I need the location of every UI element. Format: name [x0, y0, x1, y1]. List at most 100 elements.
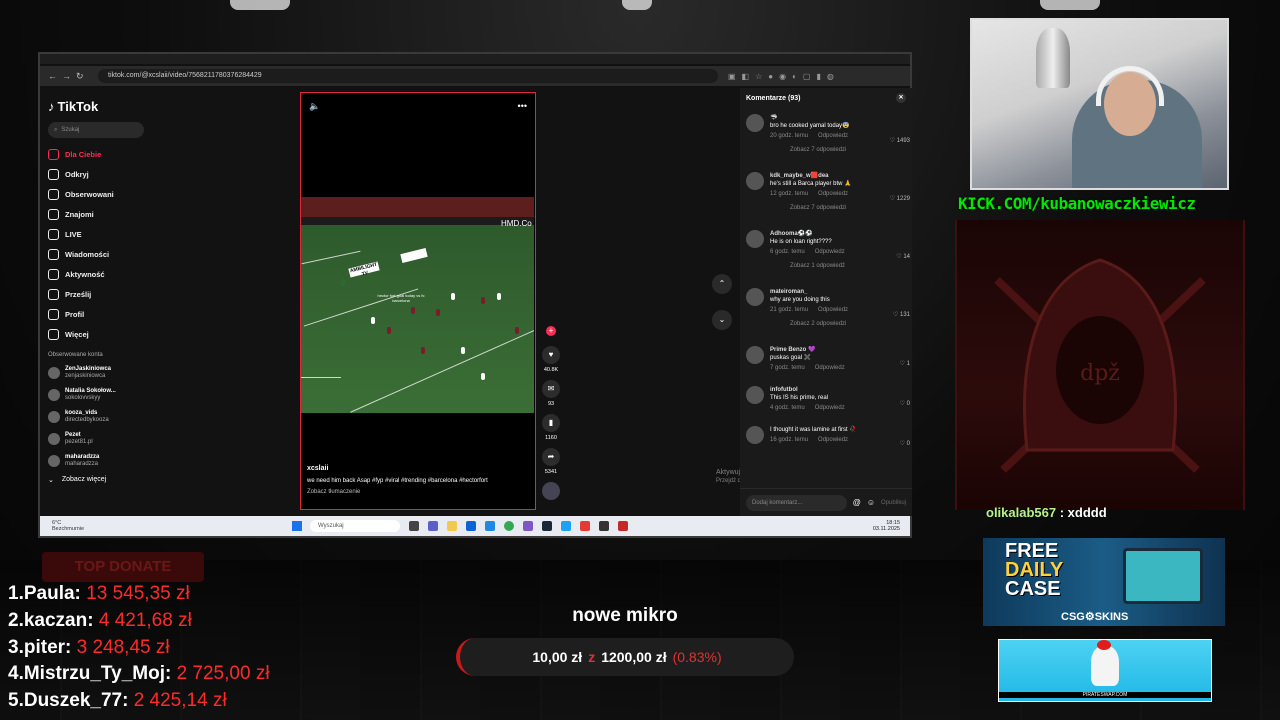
obs-icon[interactable] — [523, 521, 533, 531]
avatar[interactable] — [746, 172, 764, 190]
comment-item: kdk_maybe_w🟥dea he's still a Barca player… — [740, 166, 912, 224]
file-explorer-icon[interactable] — [447, 521, 457, 531]
sidebar-item-5[interactable]: Wiadomości — [48, 244, 158, 264]
view-replies-button[interactable]: Zobacz 2 odpowiedzi — [770, 320, 906, 328]
see-more-button[interactable]: ⌄ Zobacz więcej — [48, 476, 158, 484]
address-bar[interactable]: tiktok.com/@xcslaii/video/75682117803762… — [98, 69, 718, 83]
reply-button[interactable]: Odpowiedz — [815, 248, 845, 256]
followed-account[interactable]: maharadzza maharadzza — [48, 450, 158, 472]
emoji-icon[interactable]: ☺ — [867, 498, 875, 507]
reply-button[interactable]: Odpowiedz — [818, 436, 848, 444]
post-button[interactable]: Opublikuj — [881, 500, 906, 506]
reply-button[interactable]: Odpowiedz — [818, 306, 848, 314]
csgoskins-ad[interactable]: FREE DAILY CASE CSG⚙SKINS — [983, 538, 1225, 626]
sidebar-item-label: Więcej — [65, 329, 89, 339]
logo-panel: dpž — [955, 220, 1245, 510]
followed-account[interactable]: kooza_vids directedbykooza — [48, 406, 158, 428]
followed-account[interactable]: Natalia Sokołow... sokolovvskyy — [48, 384, 158, 406]
sidebar-item-2[interactable]: Obserwowani — [48, 184, 158, 204]
comment-author[interactable]: mateiroman_ — [770, 288, 906, 296]
avatar[interactable] — [746, 288, 764, 306]
edge-icon[interactable] — [466, 521, 476, 531]
app-icon[interactable] — [599, 521, 609, 531]
mention-icon[interactable]: @ — [853, 498, 861, 507]
headset — [1096, 66, 1164, 106]
sidebar-item-4[interactable]: LIVE — [48, 224, 158, 244]
comment-text: He is on loan right???? — [770, 239, 832, 245]
avatar[interactable] — [746, 114, 764, 132]
view-replies-button[interactable]: Zobacz 7 odpowiedzi — [770, 146, 906, 154]
tiktok-logo[interactable]: ♪ TikTok — [48, 94, 158, 118]
windows-start-icon[interactable] — [292, 521, 302, 531]
browser-tab-bar[interactable] — [40, 54, 910, 64]
followed-account[interactable]: Pezet pezet81.pl — [48, 428, 158, 450]
steam-icon[interactable] — [542, 521, 552, 531]
app-icon[interactable] — [580, 521, 590, 531]
teams-icon[interactable] — [428, 521, 438, 531]
taskbar-clock[interactable]: 18:15 03.11.2025 — [873, 520, 900, 532]
view-replies-button[interactable]: Zobacz 7 odpowiedzi — [770, 204, 906, 212]
extension-icons[interactable]: ▣◧☆●◉◐▢▮◍ — [728, 72, 840, 81]
sidebar-item-1[interactable]: Odkryj — [48, 164, 158, 184]
back-forward-reload-icons[interactable]: ←→↻ — [48, 71, 88, 82]
app-icon[interactable] — [561, 521, 571, 531]
comment-author[interactable]: kdk_maybe_w🟥dea — [770, 172, 906, 180]
translate-link[interactable]: Zobacz tłumaczenie — [307, 489, 527, 495]
reply-button[interactable]: Odpowiedz — [818, 132, 848, 140]
reply-button[interactable]: Odpowiedz — [815, 364, 845, 372]
comment-like[interactable]: ♡ 0 — [900, 440, 910, 447]
search-input[interactable]: ⌕ Szukaj — [48, 122, 144, 138]
share-icon[interactable]: ➦ — [542, 448, 560, 466]
comment-like[interactable]: ♡ 1493 — [890, 137, 910, 144]
sidebar-item-label: Dla Ciebie — [65, 149, 102, 159]
comment-icon[interactable]: ✉ — [542, 380, 560, 398]
follow-plus-icon[interactable]: + — [546, 326, 556, 336]
task-view-icon[interactable] — [409, 521, 419, 531]
followed-account[interactable]: ZenJaskiniowca zenjaskiniowca — [48, 362, 158, 384]
comment-like[interactable]: ♡ 131 — [893, 311, 910, 318]
sidebar-item-8[interactable]: Profil — [48, 304, 158, 324]
comment-like[interactable]: ♡ 1229 — [890, 195, 910, 202]
close-icon[interactable]: ✕ — [896, 93, 906, 103]
comment-author[interactable]: Prime Benzo 💜 — [770, 346, 906, 354]
author-avatar[interactable] — [542, 482, 560, 500]
store-icon[interactable] — [485, 521, 495, 531]
sidebar-item-label: Znajomi — [65, 209, 94, 219]
sidebar-item-7[interactable]: Prześlij — [48, 284, 158, 304]
sidebar-item-6[interactable]: Aktywność — [48, 264, 158, 284]
comment-author[interactable]: Adhooma⚽⚽ — [770, 230, 906, 238]
avatar[interactable] — [746, 230, 764, 248]
weather-widget[interactable]: 6°C Bezchmurnie — [52, 520, 112, 532]
reply-button[interactable]: Odpowiedz — [818, 190, 848, 198]
view-replies-button[interactable]: Zobacz 1 odpowiedź — [770, 262, 906, 270]
friends-icon — [48, 208, 59, 220]
reply-button[interactable]: Odpowiedz — [815, 404, 845, 412]
home-icon — [48, 148, 59, 160]
comment-author[interactable]: infofutbol — [770, 386, 906, 394]
like-icon[interactable]: ♥ — [542, 346, 560, 364]
video-player[interactable]: 🔈 ••• AMBILIGHT TV HMD.Co hector fort go… — [300, 92, 536, 510]
video-author[interactable]: xcslaii — [307, 465, 527, 472]
comment-like[interactable]: ♡ 0 — [900, 400, 910, 407]
comment-input[interactable]: Dodaj komentarz... — [746, 494, 847, 511]
avatar[interactable] — [746, 386, 764, 404]
avatar[interactable] — [746, 346, 764, 364]
sidebar-item-9[interactable]: Więcej — [48, 324, 158, 344]
sidebar-item-3[interactable]: Znajomi — [48, 204, 158, 224]
more-options-icon[interactable]: ••• — [518, 101, 527, 112]
compass-icon — [48, 168, 59, 180]
chevron-down-icon[interactable]: ⌄ — [712, 310, 732, 330]
account-handle: sokolovvskyy — [65, 395, 101, 401]
chrome-icon[interactable] — [504, 521, 514, 531]
chevron-up-icon[interactable]: ⌃ — [712, 274, 732, 294]
comment-like[interactable]: ♡ 1 — [900, 360, 910, 367]
bookmark-icon[interactable]: ▮ — [542, 414, 560, 432]
avatar[interactable] — [746, 426, 764, 444]
volume-icon[interactable]: 🔈 — [309, 101, 320, 112]
pirateswap-ad[interactable]: PIRATESWAP.COM — [998, 639, 1212, 702]
sidebar-item-0[interactable]: Dla Ciebie — [48, 144, 158, 164]
taskbar-search[interactable]: Wyszukaj — [310, 520, 400, 532]
comment-like[interactable]: ♡ 14 — [896, 253, 910, 260]
app-icon[interactable] — [618, 521, 628, 531]
comment-author[interactable]: 🦈 — [770, 114, 906, 122]
